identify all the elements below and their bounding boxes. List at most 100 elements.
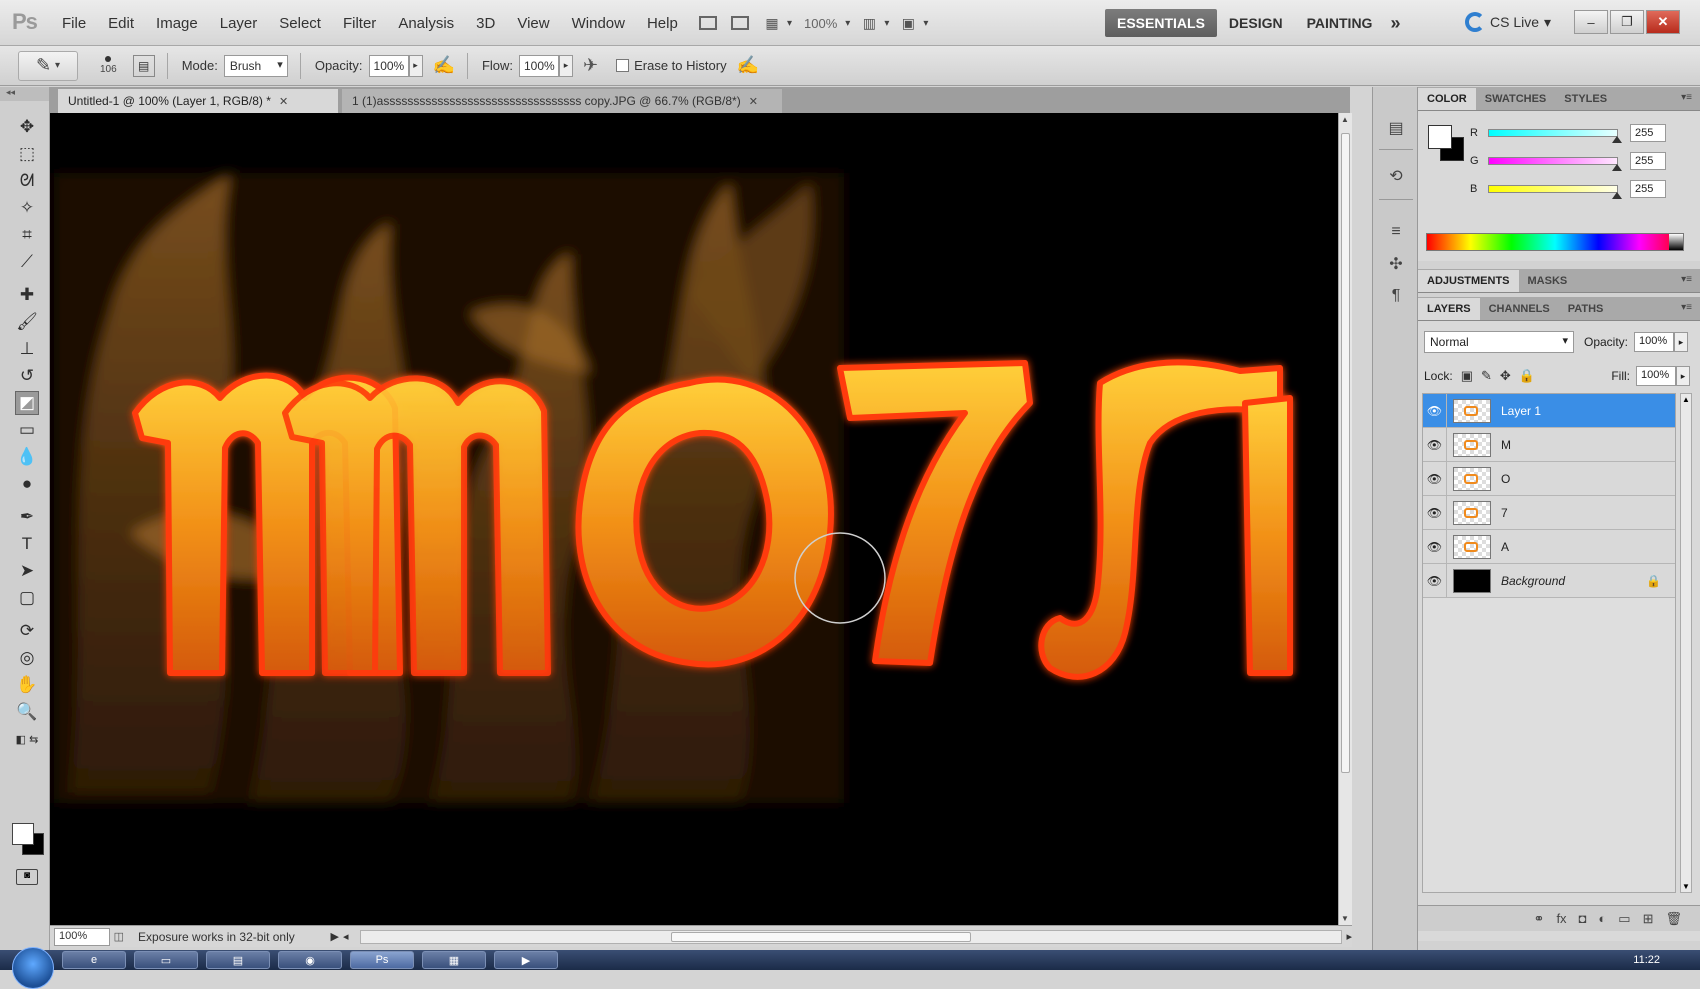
red-slider[interactable] <box>1488 129 1622 143</box>
quick-mask-icon[interactable]: ◙ <box>16 869 38 885</box>
flow-slider-toggle[interactable]: ▸ <box>559 54 573 77</box>
history-icon[interactable]: ⟲ <box>1383 163 1409 189</box>
eraser-tool-icon[interactable]: ◩ <box>15 391 39 415</box>
tools-panel-grip[interactable]: ◂◂ <box>0 87 49 101</box>
green-slider[interactable] <box>1488 157 1622 171</box>
eye-icon[interactable]: 👁 <box>1423 563 1447 598</box>
tab-paths[interactable]: PATHS <box>1559 298 1613 320</box>
blend-mode-select[interactable]: Normal <box>1424 331 1574 353</box>
healing-brush-tool-icon[interactable]: ✚ <box>15 283 39 307</box>
scroll-thumb[interactable] <box>671 931 972 942</box>
launch-minibridge-button[interactable] <box>727 11 753 35</box>
3d-rotate-tool-icon[interactable]: ⟳ <box>15 619 39 643</box>
tab-copy-jpg[interactable]: 1 (1)asssssssssssssssssssssssssssssssss … <box>342 89 782 113</box>
tab-color[interactable]: COLOR <box>1418 88 1476 110</box>
histogram-icon[interactable]: ▤ <box>1383 115 1409 141</box>
tab-untitled-1[interactable]: Untitled-1 @ 100% (Layer 1, RGB/8) * ✕ <box>58 89 338 113</box>
blue-slider[interactable] <box>1488 185 1622 199</box>
menu-image[interactable]: Image <box>156 15 198 32</box>
layers-scrollbar[interactable]: ▲ ▼ <box>1680 393 1692 893</box>
new-group-icon[interactable]: ▭ <box>1618 911 1630 927</box>
brush-preset-picker[interactable]: 106 <box>100 56 117 75</box>
opacity-input[interactable]: 100% <box>368 54 409 77</box>
taskbar-media[interactable]: ▶ <box>494 951 558 969</box>
airbrush-icon[interactable]: ✈ <box>583 55 598 76</box>
default-colors-icon[interactable]: ◧ ⇆ <box>15 727 39 751</box>
green-value[interactable]: 255 <box>1630 152 1666 170</box>
launch-bridge-button[interactable] <box>695 11 721 35</box>
canvas-vertical-scrollbar[interactable]: ▲ ▼ <box>1338 113 1352 925</box>
zoom-tool-icon[interactable]: 🔍 <box>15 700 39 724</box>
document-canvas[interactable] <box>50 113 1338 925</box>
menu-edit[interactable]: Edit <box>108 15 134 32</box>
tab-styles[interactable]: STYLES <box>1555 88 1616 110</box>
blue-value[interactable]: 255 <box>1630 180 1666 198</box>
pen-tool-icon[interactable]: ✒ <box>15 505 39 529</box>
close-button[interactable]: ✕ <box>1646 10 1680 34</box>
new-layer-icon[interactable]: ⊞ <box>1643 911 1654 927</box>
layer-row-m[interactable]: 👁 M <box>1423 427 1675 462</box>
eye-icon[interactable]: 👁 <box>1423 393 1447 428</box>
type-tool-icon[interactable]: T <box>15 532 39 556</box>
brush-presets-icon[interactable]: ≡ <box>1383 219 1409 245</box>
layer-row-background[interactable]: 👁 Background 🔒 <box>1423 563 1675 598</box>
scroll-left-icon[interactable]: ◂ <box>343 930 349 943</box>
eye-icon[interactable]: 👁 <box>1423 427 1447 462</box>
scroll-thumb[interactable] <box>1341 133 1350 773</box>
menu-help[interactable]: Help <box>647 15 678 32</box>
menu-3d[interactable]: 3D <box>476 15 495 32</box>
scroll-down-icon[interactable]: ▼ <box>1682 882 1690 891</box>
arrange-documents-button[interactable]: ▥ <box>856 11 882 35</box>
opacity-slider-toggle[interactable]: ▸ <box>408 54 423 77</box>
scroll-down-icon[interactable]: ▼ <box>1341 914 1349 923</box>
taskbar-firefox[interactable]: ◉ <box>278 951 342 969</box>
tablet-pressure-size-icon[interactable]: ✍ <box>737 55 759 76</box>
taskbar-app[interactable]: ▤ <box>206 951 270 969</box>
history-brush-tool-icon[interactable]: ↺ <box>15 364 39 388</box>
close-icon[interactable]: ✕ <box>749 95 758 108</box>
tab-adjustments[interactable]: ADJUSTMENTS <box>1418 270 1519 292</box>
flow-input[interactable]: 100% <box>519 54 559 77</box>
delete-layer-icon[interactable]: 🗑 <box>1665 911 1682 927</box>
3d-orbit-tool-icon[interactable]: ◎ <box>15 646 39 670</box>
lock-all-icon[interactable]: 🔒 <box>1519 368 1535 384</box>
menu-file[interactable]: File <box>62 15 86 32</box>
layer-row-layer-1[interactable]: 👁 Layer 1 <box>1423 393 1675 428</box>
scroll-up-icon[interactable]: ▲ <box>1682 395 1690 404</box>
lock-pixels-icon[interactable]: ✎ <box>1481 368 1492 384</box>
workspace-design[interactable]: DESIGN <box>1217 9 1295 37</box>
eye-icon[interactable]: 👁 <box>1423 495 1447 530</box>
red-value[interactable]: 255 <box>1630 124 1666 142</box>
adjustment-layer-icon[interactable]: ◐ <box>1598 911 1606 926</box>
taskbar-other[interactable]: ▦ <box>422 951 486 969</box>
tab-masks[interactable]: MASKS <box>1519 270 1577 292</box>
taskbar-ie[interactable]: e <box>62 951 126 969</box>
lock-transparency-icon[interactable]: ▣ <box>1461 368 1473 384</box>
taskbar-photoshop[interactable]: Ps <box>350 951 414 969</box>
crop-tool-icon[interactable]: ⌗ <box>15 223 39 247</box>
zoom-level-dropdown[interactable]: 100% <box>804 16 837 31</box>
erase-to-history-checkbox[interactable] <box>616 59 630 72</box>
layer-row-a[interactable]: 👁 A <box>1423 529 1675 564</box>
tab-swatches[interactable]: SWATCHES <box>1476 88 1556 110</box>
layer-row-o[interactable]: 👁 O <box>1423 461 1675 496</box>
foreground-color-swatch[interactable] <box>1428 125 1452 149</box>
menu-filter[interactable]: Filter <box>343 15 376 32</box>
chevron-down-icon[interactable]: ▾ <box>884 18 889 29</box>
more-workspaces-button[interactable]: » <box>1390 13 1400 34</box>
hand-tool-icon[interactable]: ✋ <box>15 673 39 697</box>
eye-icon[interactable]: 👁 <box>1423 461 1447 496</box>
chevron-down-icon[interactable]: ▾ <box>923 18 928 29</box>
panel-menu-icon[interactable]: ▾≡ <box>1681 92 1692 103</box>
eyedropper-tool-icon[interactable]: ⟋ <box>15 250 39 274</box>
screen-mode-button[interactable]: ▣ <box>895 11 921 35</box>
slider-knob[interactable] <box>1612 192 1622 199</box>
cs-live-button[interactable]: CS Live ▾ <box>1465 12 1551 32</box>
panel-menu-icon[interactable]: ▾≡ <box>1681 274 1692 285</box>
layer-style-icon[interactable]: fx <box>1556 911 1566 926</box>
close-icon[interactable]: ✕ <box>279 95 288 108</box>
menu-layer[interactable]: Layer <box>220 15 258 32</box>
status-menu-arrow[interactable]: ▶ <box>330 930 338 943</box>
workspace-essentials[interactable]: ESSENTIALS <box>1105 9 1217 37</box>
zoom-field[interactable]: 100% <box>54 927 110 946</box>
